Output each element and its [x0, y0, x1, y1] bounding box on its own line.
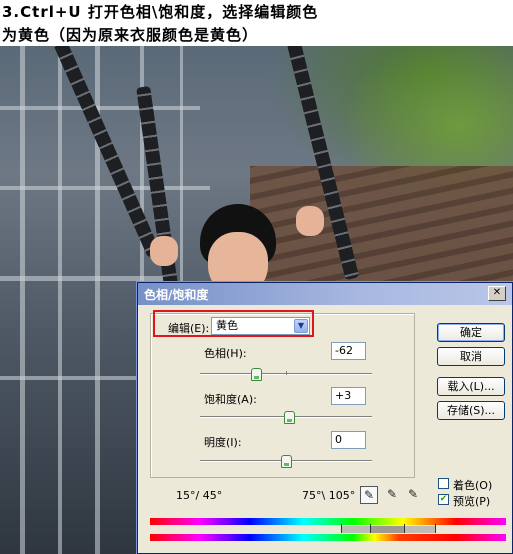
lightness-input[interactable]: 0 [331, 431, 366, 449]
hue-slider-thumb[interactable] [251, 368, 263, 381]
preview-checkbox[interactable]: ✔ [438, 494, 449, 505]
ok-button[interactable]: 确定 [437, 323, 505, 342]
lightness-label: 明度(I): [204, 436, 242, 449]
saturation-slider-thumb[interactable] [283, 411, 295, 424]
saturation-label: 饱和度(A): [204, 393, 257, 406]
range-marker-inner-left[interactable] [370, 524, 371, 533]
input-color-spectrum [150, 518, 506, 525]
hue-input[interactable]: -62 [331, 342, 366, 360]
range-marker-inner-right[interactable] [404, 524, 405, 533]
close-icon[interactable]: ✕ [488, 286, 506, 301]
range-marker-right[interactable] [435, 524, 436, 533]
dialog-title: 色相/饱和度 [144, 288, 209, 302]
range-right-readout: 75°\ 105° [302, 489, 356, 502]
saturation-input[interactable]: +3 [331, 387, 366, 405]
eyedropper-plus-icon[interactable]: ✎ [383, 486, 401, 504]
lightness-slider-thumb[interactable] [281, 455, 292, 468]
hue-saturation-dialog: 色相/饱和度 ✕ 编辑(E): 黄色 ▼ 色相(H): -62 饱和度(A): … [137, 282, 513, 554]
hue-slider-track[interactable] [200, 371, 372, 375]
colorize-checkbox[interactable] [438, 478, 449, 489]
adjust-group-box [150, 313, 415, 478]
dialog-titlebar[interactable]: 色相/饱和度 ✕ [138, 283, 512, 305]
output-color-spectrum [150, 534, 506, 541]
color-range-center[interactable] [370, 526, 404, 533]
caption-line-1: 3.Ctrl+U 打开色相\饱和度，选择编辑颜色 [2, 3, 319, 21]
eyedropper-minus-icon[interactable]: ✎ [404, 486, 422, 504]
range-marker-left[interactable] [341, 524, 342, 533]
preview-label: 预览(P) [453, 495, 491, 508]
cancel-button[interactable]: 取消 [437, 347, 505, 366]
colorize-label: 着色(O) [453, 479, 493, 492]
range-left-readout: 15°/ 45° [176, 489, 223, 502]
eyedropper-icon[interactable]: ✎ [360, 486, 378, 504]
caption-line-2: 为黄色（因为原来衣服颜色是黄色） [2, 26, 259, 44]
red-highlight-box [153, 310, 314, 337]
hue-label: 色相(H): [204, 347, 247, 360]
load-button[interactable]: 载入(L)... [437, 377, 505, 396]
save-button[interactable]: 存储(S)... [437, 401, 505, 420]
